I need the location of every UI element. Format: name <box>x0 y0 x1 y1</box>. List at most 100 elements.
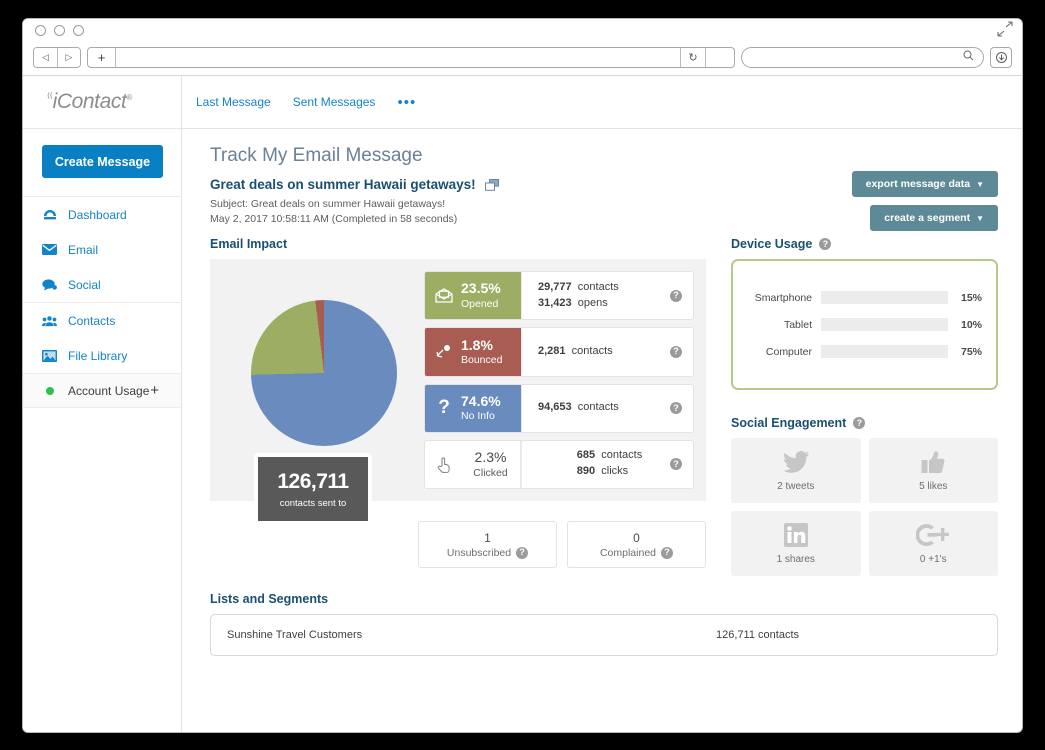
search-input[interactable] <box>741 46 984 68</box>
metric-unit-2: opens <box>577 296 608 309</box>
complained-label: Complained <box>599 546 657 559</box>
new-tab-button[interactable]: + <box>88 47 116 67</box>
back-button[interactable]: ◁ <box>34 47 57 67</box>
maximize-button[interactable] <box>73 25 84 36</box>
action-buttons: export message data ▼ create a segment ▼ <box>851 171 998 231</box>
metric-details: 2,281 contacts ? <box>521 328 693 376</box>
metric-details: 685 contacts 890 clicks ? <box>521 440 693 488</box>
pointer-hand-icon <box>434 456 454 473</box>
expand-account-usage-icon[interactable]: + <box>150 383 159 398</box>
device-percent: 75% <box>960 345 982 358</box>
logo[interactable]: ⁽⁽iContact® <box>23 76 181 129</box>
chevron-down-icon: ▼ <box>976 214 984 223</box>
sidebar-item-label: Email <box>68 242 99 257</box>
sidebar-item-contacts[interactable]: Contacts <box>23 303 181 338</box>
status-dot-icon <box>42 384 57 398</box>
metric-percent: 1.8% <box>461 336 493 353</box>
metric-stats: 685 contacts 890 clicks <box>577 448 642 480</box>
contacts-sent-number: 126,711 <box>277 469 349 493</box>
facebook-like-icon <box>921 449 945 475</box>
right-column: Device Usage ? Smartphone 15% Tablet 10%… <box>731 237 998 576</box>
open-in-new-window-icon[interactable] <box>484 178 499 191</box>
help-icon[interactable]: ? <box>516 546 529 559</box>
metric-label: Clicked <box>473 466 508 479</box>
device-percent: 15% <box>960 291 982 304</box>
metric-label: Bounced <box>461 354 503 367</box>
device-bar-track <box>821 318 948 331</box>
metric-text: 23.5% Opened <box>461 280 501 311</box>
contacts-sent-label: contacts sent to <box>279 497 347 509</box>
lists-and-segments: Lists and Segments Sunshine Travel Custo… <box>210 592 998 656</box>
metric-unsubscribed[interactable]: 1 Unsubscribed ? <box>418 521 557 568</box>
unsubscribed-count: 1 <box>484 530 491 545</box>
email-impact-pie-chart <box>251 300 397 446</box>
list-row[interactable]: Sunshine Travel Customers 126,711 contac… <box>210 614 998 656</box>
metric-opened[interactable]: 23.5% Opened 29,777 contacts 31,423 open… <box>424 271 694 321</box>
metric-complained[interactable]: 0 Complained ? <box>567 521 706 568</box>
help-icon[interactable]: ? <box>853 417 866 429</box>
create-segment-button[interactable]: create a segment ▼ <box>870 205 998 231</box>
social-card-twitter[interactable]: 2 tweets <box>731 438 861 503</box>
sidebar-item-dashboard[interactable]: Dashboard <box>23 197 181 232</box>
help-icon[interactable]: ? <box>670 458 682 471</box>
sidebar-item-file-library[interactable]: File Library <box>23 338 181 373</box>
metric-unit: contacts <box>571 344 613 357</box>
sidebar-item-email[interactable]: Email <box>23 232 181 267</box>
export-label: export message data <box>865 178 971 190</box>
metric-badge: ? 74.6% No Info <box>425 384 521 432</box>
unsubscribed-label-row: Unsubscribed ? <box>447 546 529 559</box>
device-row-computer: Computer 75% <box>747 344 982 359</box>
sidebar-item-social[interactable]: Social <box>23 267 181 302</box>
nav-buttons: ◁ ▷ <box>33 46 81 68</box>
reload-icon[interactable]: ↻ <box>680 47 706 67</box>
metric-no-info[interactable]: ? 74.6% No Info 94,653 contacts ? <box>424 383 694 433</box>
email-impact-column: Email Impact 23.5% Opened 29,777 contact… <box>210 237 706 576</box>
nav-group-secondary: Contacts File Library <box>23 302 181 373</box>
twitter-icon <box>782 449 809 475</box>
metric-list: 23.5% Opened 29,777 contacts 31,423 open… <box>424 271 694 489</box>
more-options-icon[interactable]: ••• <box>397 95 416 110</box>
export-message-data-button[interactable]: export message data ▼ <box>851 171 998 197</box>
help-icon[interactable]: ? <box>661 546 674 559</box>
downloads-button[interactable] <box>990 46 1012 68</box>
url-input[interactable] <box>116 48 680 67</box>
minimize-button[interactable] <box>54 25 65 36</box>
sidebar-item-label: File Library <box>68 348 128 363</box>
help-icon[interactable]: ? <box>670 345 682 358</box>
metric-count-2: 31,423 <box>538 296 572 309</box>
create-message-button[interactable]: Create Message <box>42 145 163 178</box>
metric-details: 94,653 contacts ? <box>521 384 693 432</box>
sidebar-item-label: Contacts <box>68 313 116 328</box>
metric-count-2: 890 <box>576 465 596 478</box>
social-card-linkedin[interactable]: 1 shares <box>731 511 861 576</box>
close-button[interactable] <box>35 25 46 36</box>
metric-badge: 23.5% Opened <box>425 272 521 320</box>
bounce-icon <box>434 344 454 359</box>
device-bar-track <box>821 291 948 304</box>
help-icon[interactable]: ? <box>670 289 682 302</box>
forward-button[interactable]: ▷ <box>57 47 80 67</box>
sidebar-item-label: Social <box>68 277 101 292</box>
tab-sent-messages[interactable]: Sent Messages <box>293 95 376 109</box>
social-card-facebook[interactable]: 5 likes <box>868 438 998 503</box>
metric-badge: 1.8% Bounced <box>425 328 521 376</box>
help-icon[interactable]: ? <box>670 402 682 415</box>
linkedin-icon <box>783 522 808 548</box>
tab-last-message[interactable]: Last Message <box>196 95 271 109</box>
dashboard-columns: Email Impact 23.5% Opened 29,777 contact… <box>210 237 998 576</box>
social-card-google-plus[interactable]: 0 +1's <box>868 511 998 576</box>
metric-details: 29,777 contacts 31,423 opens ? <box>521 272 693 320</box>
device-bar-track <box>821 345 948 358</box>
metric-bounced[interactable]: 1.8% Bounced 2,281 contacts ? <box>424 327 694 377</box>
help-icon[interactable]: ? <box>819 238 832 250</box>
social-engagement-heading: Social Engagement ? <box>731 416 998 430</box>
metric-percent: 74.6% <box>461 392 501 409</box>
fullscreen-icon[interactable] <box>996 21 1014 37</box>
google-plus-icon <box>916 522 950 548</box>
window-controls[interactable] <box>35 25 84 36</box>
main-content: Last Message Sent Messages ••• Track My … <box>182 76 1022 732</box>
toolbar-spacer <box>706 48 734 67</box>
metric-label: No Info <box>461 410 495 423</box>
metric-clicked[interactable]: 2.3% Clicked 685 contacts 890 clicks ? <box>424 439 694 489</box>
sidebar-item-account-usage[interactable]: Account Usage + <box>23 373 181 408</box>
